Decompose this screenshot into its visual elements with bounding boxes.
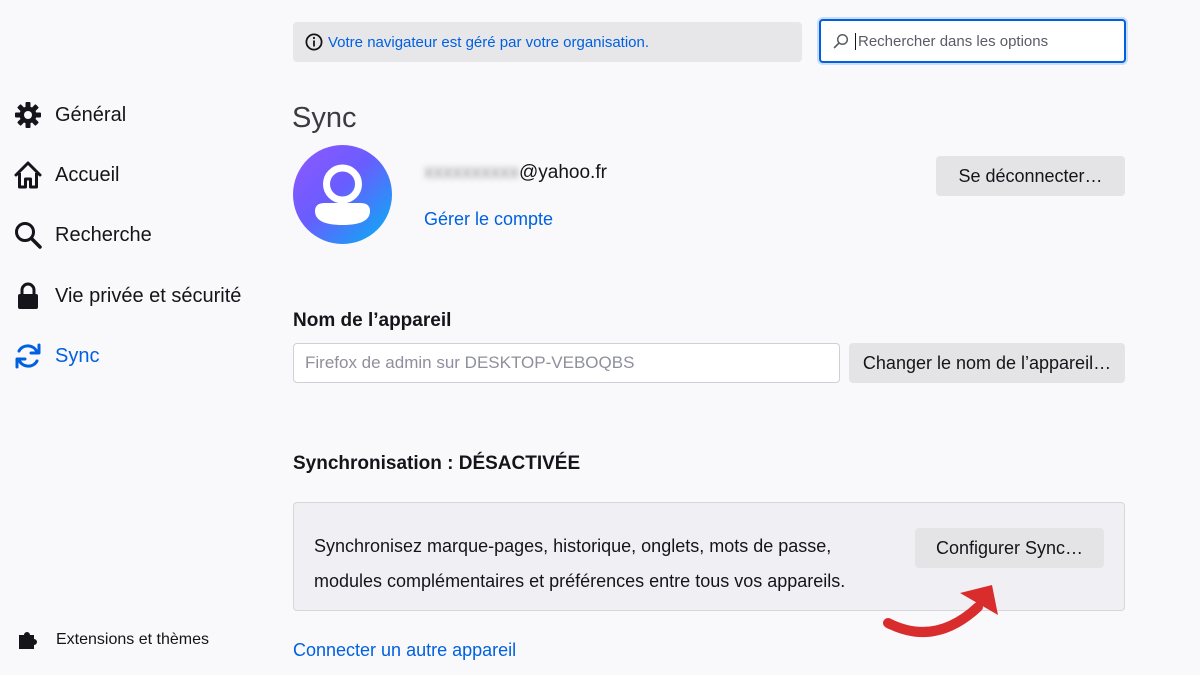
sync-icon [12, 340, 44, 372]
sync-description-line: Synchronisez marque-pages, historique, o… [314, 536, 832, 556]
sidebar-item-privacy[interactable]: Vie privée et sécurité [12, 276, 262, 316]
disconnect-button[interactable]: Se déconnecter… [936, 156, 1125, 196]
lock-icon [12, 280, 44, 312]
page-title: Sync [292, 102, 357, 134]
device-name-heading: Nom de l’appareil [293, 310, 452, 331]
sidebar-item-extensions[interactable]: Extensions et thèmes [16, 626, 256, 654]
device-name-field[interactable] [293, 343, 840, 383]
sidebar-item-label: Vie privée et sécurité [55, 284, 242, 307]
sidebar: Général Accueil Recherche Vie privée et … [0, 0, 270, 675]
search-input[interactable] [855, 32, 1115, 50]
sync-description-line: modules complémentaires et préférences e… [314, 571, 846, 591]
sidebar-item-general[interactable]: Général [12, 95, 262, 135]
sidebar-extensions-label: Extensions et thèmes [56, 631, 209, 648]
email-redacted: xxxxxxxxxx [424, 162, 519, 183]
connect-device-link[interactable]: Connecter un autre appareil [293, 640, 516, 661]
puzzle-icon [16, 629, 38, 651]
avatar [293, 145, 392, 244]
search-box[interactable] [819, 19, 1126, 63]
policy-notice[interactable]: Votre navigateur est géré par votre orga… [293, 22, 802, 62]
account-email: xxxxxxxxxx @yahoo.fr [424, 162, 607, 184]
sidebar-item-label: Sync [55, 344, 100, 367]
email-domain: @yahoo.fr [519, 162, 607, 183]
search-icon [833, 33, 849, 49]
annotation-arrow-icon [883, 585, 998, 637]
manage-account-link[interactable]: Gérer le compte [424, 209, 553, 230]
sync-description: Synchronisez marque-pages, historique, o… [314, 529, 894, 599]
sidebar-item-label: Recherche [55, 223, 152, 246]
sidebar-item-label: Accueil [55, 163, 120, 186]
gear-icon [12, 99, 44, 131]
sidebar-item-sync[interactable]: Sync [12, 336, 262, 376]
sync-status-heading: Synchronisation : DÉSACTIVÉE [293, 453, 581, 474]
configure-sync-button[interactable]: Configurer Sync… [915, 528, 1104, 568]
info-icon [305, 33, 323, 51]
rename-device-button[interactable]: Changer le nom de l’appareil… [849, 343, 1125, 383]
sidebar-item-home[interactable]: Accueil [12, 155, 262, 195]
sidebar-item-label: Général [55, 103, 127, 126]
search-icon [12, 219, 44, 251]
home-icon [12, 159, 44, 191]
policy-notice-text: Votre navigateur est géré par votre orga… [328, 33, 650, 51]
sidebar-item-search[interactable]: Recherche [12, 215, 262, 255]
